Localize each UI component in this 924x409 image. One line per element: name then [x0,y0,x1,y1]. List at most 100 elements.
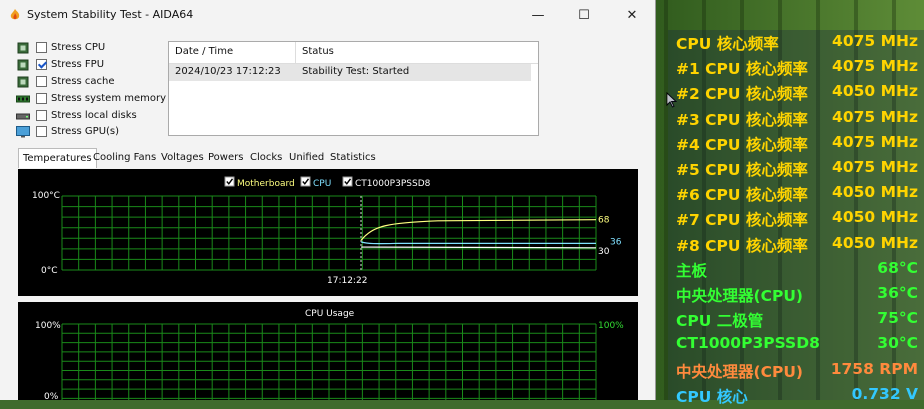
checkbox[interactable] [36,110,47,121]
sensor-row: #3 CPU 核心频率 4075 MHz [676,108,922,132]
sensor-value: 4050 MHz [832,82,918,101]
sensor-value: 75°C [877,309,918,328]
sensor-label: #7 CPU 核心频率 [676,211,808,230]
stress-option-label: Stress local disks [51,110,137,121]
legend-checkbox-ssd[interactable] [342,176,353,187]
sensor-row: #7 CPU 核心频率 4050 MHz [676,208,922,232]
y-axis-max-label: 100°C [32,191,60,201]
sensor-value: 30°C [877,334,918,353]
tab-clocks[interactable]: Clocks [246,149,286,166]
sensor-label: #2 CPU 核心频率 [676,85,808,104]
sensor-value: 4075 MHz [832,107,918,126]
sensor-label: 中央处理器(CPU) [676,287,803,305]
fpu-chip-icon [16,59,30,71]
status-log-table[interactable]: Date / Time Status 2024/10/23 17:12:23 S… [168,41,539,136]
tab-cooling-fans[interactable]: Cooling Fans [89,149,160,166]
tab-voltages[interactable]: Voltages [157,149,208,166]
temperature-graph: Motherboard CPU CT1000P3PSSD8 100°C 0°C 17:12… [18,169,638,296]
sensor-label: #3 CPU 核心频率 [676,110,808,129]
legend-label: CT1000P3PSSD8 [355,179,431,189]
monitor-icon [16,125,30,138]
stress-option-label: Stress GPU(s) [51,126,120,137]
sensor-overlay: CPU 核心频率 4075 MHz #1 CPU 核心频率 4075 MHz #2 CP… [668,30,924,406]
sensor-row: CPU 二极管 75°C [676,309,922,333]
checkbox[interactable] [36,59,47,70]
ssd-value-label: 30 [598,247,610,257]
log-header: Date / Time Status [169,42,538,64]
sensor-value: 1758 RPM [830,359,918,378]
sensor-label: CPU 二极管 [676,312,764,331]
sensor-row: 中央处理器(CPU) 1758 RPM [676,360,922,384]
sensor-value: 4075 MHz [832,132,918,151]
sensor-row: #6 CPU 核心频率 4050 MHz [676,183,922,207]
legend-checkbox-cpu[interactable] [300,176,311,187]
sensor-value: 0.732 V [851,384,918,403]
log-status: Stability Test: Started [302,66,410,77]
sensor-row: #2 CPU 核心频率 4050 MHz [676,82,922,106]
tab-powers[interactable]: Powers [204,149,247,166]
memory-module-icon [16,93,30,105]
column-divider [295,42,296,63]
stress-option[interactable]: Stress GPU(s) [16,124,119,139]
sensor-label: 中央处理器(CPU) [676,362,803,381]
sensor-row: #1 CPU 核心频率 4075 MHz [676,57,922,81]
sensor-label: #5 CPU 核心频率 [676,161,808,179]
cpu-usage-title: CPU Usage [305,309,355,319]
column-header-datetime[interactable]: Date / Time [175,46,233,57]
y-axis-min-label: 0°C [41,266,58,276]
tab-unified[interactable]: Unified [285,149,328,166]
stress-option-label: Stress CPU [51,42,106,53]
sensor-row: 主板 68°C [676,259,922,283]
disk-drive-icon [16,110,30,122]
y-axis-min-label: 0% [44,392,59,400]
checkbox[interactable] [36,76,47,87]
stress-option[interactable]: Stress FPU [16,57,104,72]
cpu-chip-icon [16,42,30,54]
close-button[interactable]: ✕ [609,0,655,30]
sensor-value: 4050 MHz [832,183,918,202]
sensor-row: #4 CPU 核心频率 4075 MHz [676,133,922,157]
motherboard-value-label: 68 [598,216,610,226]
sensor-label: CPU 核心频率 [676,35,779,53]
maximize-button[interactable]: ☐ [561,0,607,30]
ssd-series-line [360,246,597,249]
sensor-value: 36°C [877,284,918,302]
stress-option[interactable]: Stress CPU [16,40,105,55]
y-axis-max-label: 100% [35,321,61,331]
log-datetime: 2024/10/23 17:12:23 [175,66,281,77]
sensor-label: #1 CPU 核心频率 [676,60,808,79]
tab-temperatures[interactable]: Temperatures [18,148,97,168]
legend-label: CPU [313,179,331,189]
aida64-flame-icon [10,9,20,20]
window-title: System Stability Test - AIDA64 [27,8,194,21]
cpu-value-label: 36 [610,237,622,247]
column-header-status[interactable]: Status [302,46,334,57]
tab-statistics[interactable]: Statistics [326,149,380,166]
minimize-button[interactable]: — [515,0,561,30]
checkbox[interactable] [36,42,47,53]
sensor-label: CT1000P3PSSD8 [676,334,820,353]
legend-label: Motherboard [237,179,295,189]
stress-option-label: Stress cache [51,76,115,87]
sensor-row: #5 CPU 核心频率 4075 MHz [676,158,922,182]
cache-chip-icon [16,76,30,88]
stress-option[interactable]: Stress system memory [16,91,166,106]
time-label: 17:12:22 [327,276,367,286]
sensor-label: #4 CPU 核心频率 [676,135,808,154]
stress-option-label: Stress system memory [51,93,167,104]
sensor-row: CT1000P3PSSD8 30°C [676,334,922,358]
log-row[interactable]: 2024/10/23 17:12:23 Stability Test: Star… [169,64,531,81]
sensor-row: CPU 核心频率 4075 MHz [676,32,922,56]
stress-option[interactable]: Stress cache [16,74,115,89]
checkbox[interactable] [36,126,47,137]
sensor-label: #8 CPU 核心频率 [676,236,808,255]
stress-option[interactable]: Stress local disks [16,108,137,123]
sensor-value: 4050 MHz [832,208,918,227]
sensor-row: CPU 核心 0.732 V [676,385,922,409]
sensor-value: 4075 MHz [832,158,918,176]
title-bar[interactable]: System Stability Test - AIDA64 — ☐ ✕ [0,0,655,30]
checkbox[interactable] [36,93,47,104]
sensor-row: 中央处理器(CPU) 36°C [676,284,922,308]
cpu-usage-value-label: 100% [598,321,624,331]
legend-checkbox-motherboard[interactable] [224,176,235,187]
